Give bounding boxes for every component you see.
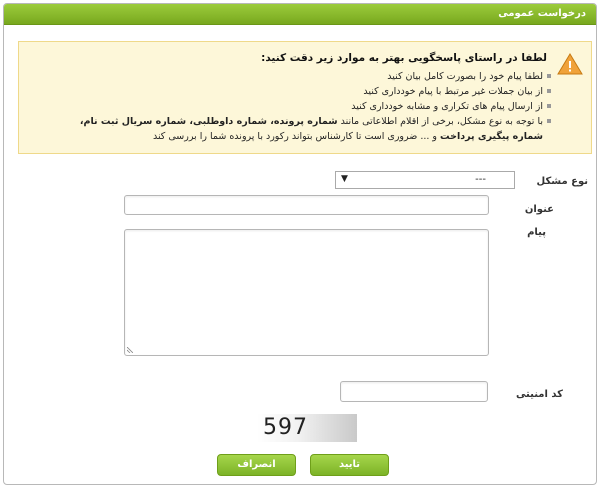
problem-type-label: نوع مشکل — [536, 176, 588, 187]
notice-list: لطفا پیام خود را بصورت کامل بیان کنید از… — [61, 69, 551, 144]
bullet-icon — [547, 119, 551, 123]
notice-box: لطفا در راستای پاسخگویی بهتر به موارد زی… — [18, 41, 592, 154]
notice-item-text: از ارسال پیام های تکراری و مشابه خودداری… — [351, 101, 543, 112]
bullet-icon — [547, 104, 551, 108]
subject-input[interactable] — [124, 195, 489, 215]
problem-type-selected: --- — [475, 174, 486, 185]
notice-heading: لطفا در راستای پاسخگویی بهتر به موارد زی… — [261, 52, 547, 64]
message-label: پیام — [527, 227, 546, 238]
dropdown-arrow-icon: ▼ — [341, 174, 348, 184]
notice-item: از بیان جملات غیر مرتبط با پیام خودداری … — [61, 84, 551, 99]
captcha-text: 597 — [263, 415, 308, 440]
security-code-input[interactable] — [340, 381, 488, 402]
problem-type-select[interactable]: --- ▼ — [335, 171, 515, 189]
dialog-title: درخواست عمومی — [498, 8, 586, 19]
subject-label: عنوان — [524, 204, 554, 215]
notice-item-prefix: با توجه به نوع مشکل، برخی از اقلام اطلاع… — [340, 116, 543, 127]
dialog-window: درخواست عمومی لطفا در راستای پاسخگویی به… — [3, 3, 597, 485]
message-textarea[interactable] — [124, 229, 489, 356]
title-bar: درخواست عمومی — [4, 4, 596, 25]
notice-item: از ارسال پیام های تکراری و مشابه خودداری… — [61, 99, 551, 114]
notice-item-text: از بیان جملات غیر مرتبط با پیام خودداری … — [363, 86, 543, 97]
bullet-icon — [547, 74, 551, 78]
bullet-icon — [547, 89, 551, 93]
notice-item-suffix: و ... ضروری است تا کارشناس بتواند رکورد … — [152, 131, 438, 142]
notice-item-text: لطفا پیام خود را بصورت کامل بیان کنید — [387, 71, 543, 82]
cancel-button[interactable]: انصراف — [217, 454, 296, 476]
security-code-label: کد امنیتی — [515, 389, 563, 400]
captcha-image: 597 — [257, 414, 357, 442]
confirm-button[interactable]: تایید — [310, 454, 389, 476]
notice-item: با توجه به نوع مشکل، برخی از اقلام اطلاع… — [61, 114, 551, 144]
notice-item: لطفا پیام خود را بصورت کامل بیان کنید — [61, 69, 551, 84]
resize-handle-icon[interactable] — [127, 347, 133, 353]
warning-icon — [557, 53, 583, 75]
